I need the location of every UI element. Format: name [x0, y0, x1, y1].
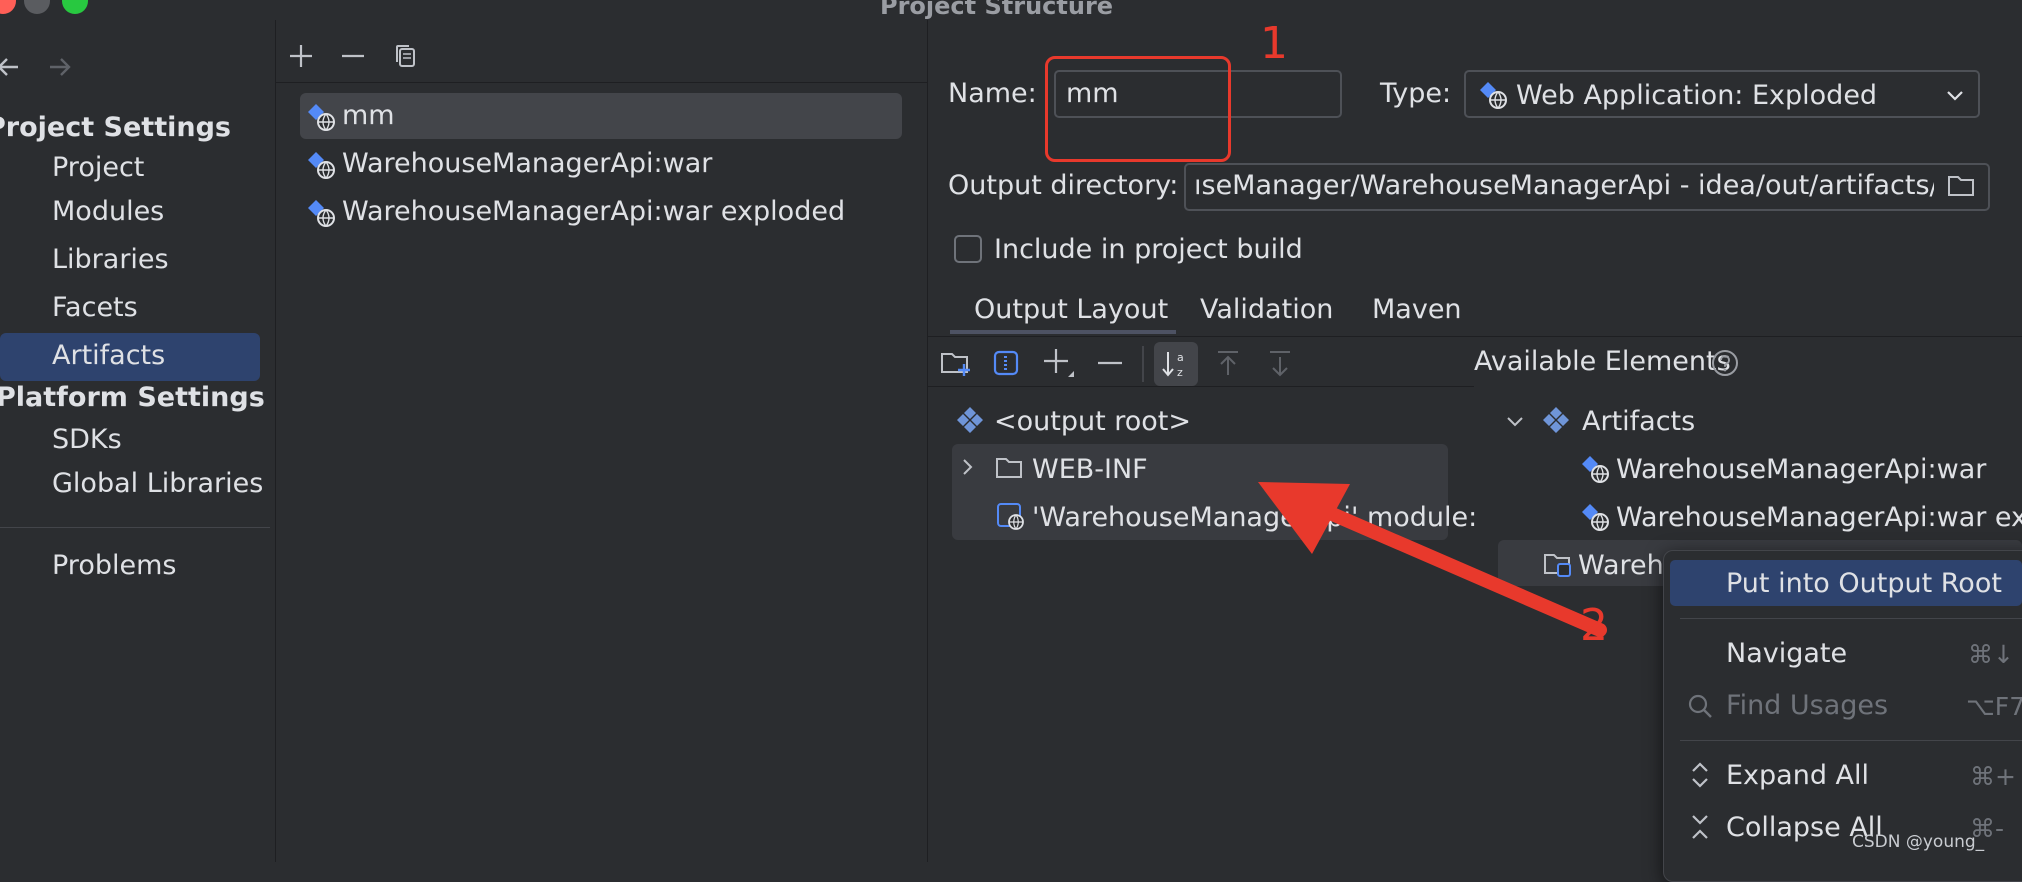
menu-item-put-into-output-root[interactable]: Put into Output Root [1726, 568, 2002, 599]
output-directory-input[interactable]: ıseManager/WarehouseManagerApi - idea/ou… [1194, 170, 1934, 201]
sidebar-item-artifacts[interactable]: Artifacts [52, 340, 165, 371]
back-arrow-icon[interactable] [0, 54, 22, 80]
type-dropdown-value[interactable]: Web Application: Exploded [1516, 80, 1877, 111]
remove-element-icon[interactable] [1096, 349, 1124, 377]
search-icon [1686, 692, 1714, 720]
available-war-node[interactable]: WarehouseManagerApi:war [1616, 454, 1986, 485]
output-root-node[interactable]: <output root> [994, 406, 1191, 437]
expand-all-shortcut: ⌘+ [1970, 762, 2016, 791]
forward-arrow-icon[interactable] [46, 54, 72, 80]
artifact-item-mm[interactable]: mm [342, 100, 395, 131]
sidebar-item-problems[interactable]: Problems [52, 550, 176, 581]
menu-item-navigate[interactable]: Navigate [1726, 638, 1847, 669]
sidebar-item-modules[interactable]: Modules [52, 196, 164, 227]
available-artifacts-node[interactable]: Artifacts [1542, 406, 1695, 437]
name-label: Name: [948, 78, 1037, 109]
sidebar-item-sdks[interactable]: SDKs [52, 424, 122, 455]
sidebar [0, 20, 276, 862]
find-usages-shortcut: ⌥F7 [1966, 692, 2022, 721]
svg-text:z: z [1177, 366, 1183, 379]
window-title: Project Structure [880, 0, 1114, 20]
collapse-all-icon [1688, 812, 1712, 842]
annotation-label-2: 2 [1580, 600, 1608, 651]
folder-icon[interactable] [1946, 172, 1976, 200]
svg-text:a: a [1177, 351, 1184, 364]
web-artifact-icon [306, 150, 336, 180]
chevron-down-icon[interactable] [1944, 84, 1966, 106]
module-output-icon [996, 502, 1026, 532]
menu-item-find-usages[interactable]: Find Usages [1726, 690, 1888, 721]
annotation-box-1 [1045, 56, 1231, 162]
sidebar-item-libraries[interactable]: Libraries [52, 244, 169, 275]
watermark: CSDN @young_ [1852, 832, 1985, 852]
artifact-list-pane [276, 20, 928, 862]
output-directory-label: Output directory: [948, 170, 1179, 201]
include-build-checkbox[interactable] [954, 235, 982, 263]
available-war-exploded-node[interactable]: WarehouseManagerApi:war explo [1616, 502, 2022, 533]
folder-icon [994, 454, 1024, 482]
web-artifact-icon [1478, 80, 1508, 110]
menu-separator [1680, 618, 2022, 619]
move-up-icon[interactable] [1214, 349, 1242, 377]
available-elements-label: Available Elements [1474, 346, 1731, 377]
remove-icon[interactable] [340, 43, 366, 69]
artifact-item-war-exploded[interactable]: WarehouseManagerApi:war exploded [342, 196, 845, 227]
menu-separator [1680, 740, 2022, 741]
artifact-item-war[interactable]: WarehouseManagerApi:war [342, 148, 712, 179]
web-inf-node[interactable]: WEB-INF [1032, 454, 1148, 485]
tab-output-layout[interactable]: Output Layout [974, 294, 1168, 325]
move-down-icon[interactable] [1266, 349, 1294, 377]
chevron-down-icon[interactable] [1504, 410, 1526, 432]
tab-output-layout-underline [950, 330, 1176, 334]
type-label: Type: [1380, 78, 1452, 109]
list-toolbar-divider [276, 82, 927, 83]
tab-maven[interactable]: Maven [1372, 294, 1462, 325]
tab-validation[interactable]: Validation [1200, 294, 1333, 325]
output-toolbar-divider [928, 386, 1474, 387]
sidebar-item-facets[interactable]: Facets [52, 292, 138, 323]
sort-alphabetically-icon[interactable]: az [1160, 348, 1192, 380]
sidebar-item-global-libraries[interactable]: Global Libraries [52, 468, 263, 499]
project-settings-header: Project Settings [0, 112, 231, 143]
toolbar-separator [1142, 346, 1144, 382]
archive-icon[interactable] [992, 349, 1020, 377]
include-build-label: Include in project build [994, 234, 1303, 265]
add-icon[interactable] [288, 43, 314, 69]
help-icon[interactable] [1710, 348, 1740, 378]
expand-all-icon [1688, 760, 1712, 790]
menu-item-expand-all[interactable]: Expand All [1726, 760, 1869, 791]
copy-icon[interactable] [393, 43, 419, 69]
add-element-icon[interactable] [1042, 347, 1076, 381]
artifact-root-icon [956, 406, 984, 434]
annotation-arrow-icon [1258, 482, 1607, 637]
sidebar-divider [0, 527, 270, 528]
platform-settings-header: Platform Settings [0, 382, 265, 413]
web-artifact-icon [306, 102, 336, 132]
sidebar-item-project[interactable]: Project [52, 152, 144, 183]
web-artifact-icon [306, 198, 336, 228]
chevron-right-icon[interactable] [958, 456, 978, 478]
new-folder-icon[interactable] [940, 348, 972, 378]
tabs-divider [928, 336, 2022, 337]
annotation-label-1: 1 [1260, 18, 1288, 69]
navigate-shortcut: ⌘↓ [1968, 640, 2014, 669]
